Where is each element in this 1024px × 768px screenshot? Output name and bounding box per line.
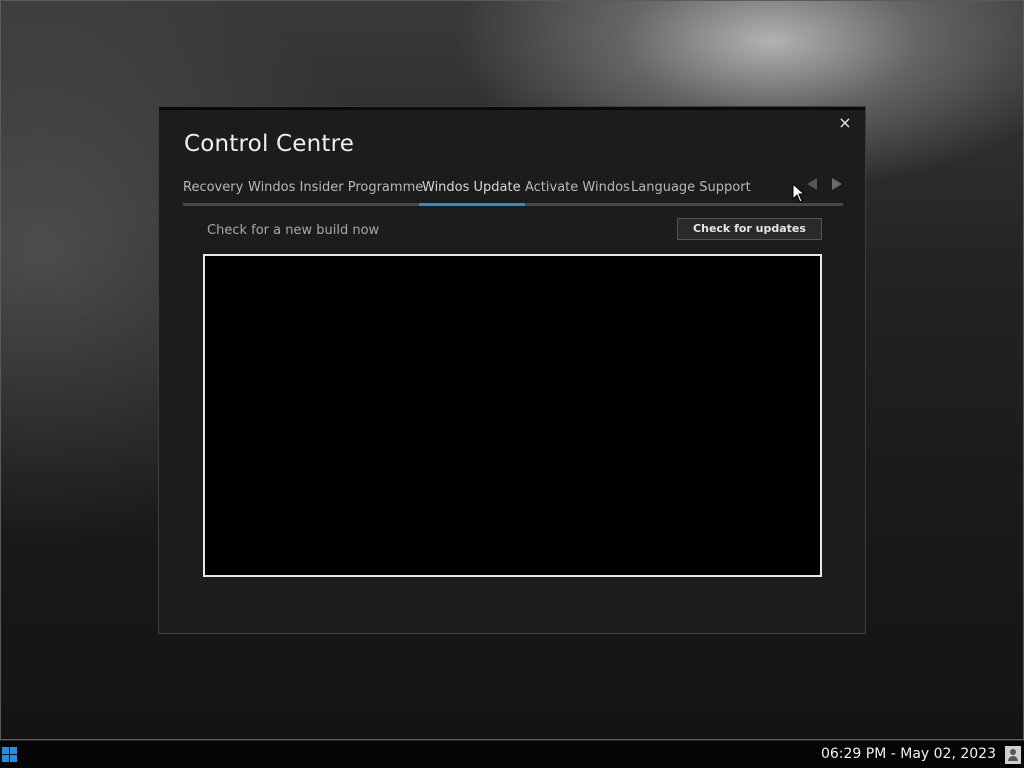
user-icon[interactable] (1005, 746, 1021, 764)
taskbar: 06:29 PM - May 02, 2023 (0, 740, 1024, 768)
window-title: Control Centre (184, 131, 355, 157)
mouse-cursor-icon (792, 183, 806, 203)
taskbar-clock[interactable]: 06:29 PM - May 02, 2023 (821, 746, 996, 762)
control-centre-window: × Control Centre Recovery Windos Insider… (158, 106, 866, 634)
tab-windos-update[interactable]: Windos Update (422, 179, 521, 203)
tab-activate-windos[interactable]: Activate Windos (525, 179, 630, 203)
tab-windos-insider-programme[interactable]: Windos Insider Programme (248, 179, 423, 203)
check-for-updates-button[interactable]: Check for updates (677, 218, 822, 240)
tab-recovery[interactable]: Recovery (183, 179, 243, 203)
update-output-box (203, 254, 822, 577)
window-top-edge (159, 107, 865, 110)
arrow-left-icon[interactable] (807, 178, 817, 190)
arrow-right-icon[interactable] (832, 178, 842, 190)
tab-bar: Recovery Windos Insider Programme Windos… (183, 179, 843, 207)
close-icon[interactable]: × (835, 113, 855, 133)
tab-language-support[interactable]: Language Support (631, 179, 751, 203)
start-icon[interactable] (2, 747, 18, 763)
update-subtitle: Check for a new build now (207, 223, 380, 238)
active-tab-indicator (419, 203, 525, 206)
